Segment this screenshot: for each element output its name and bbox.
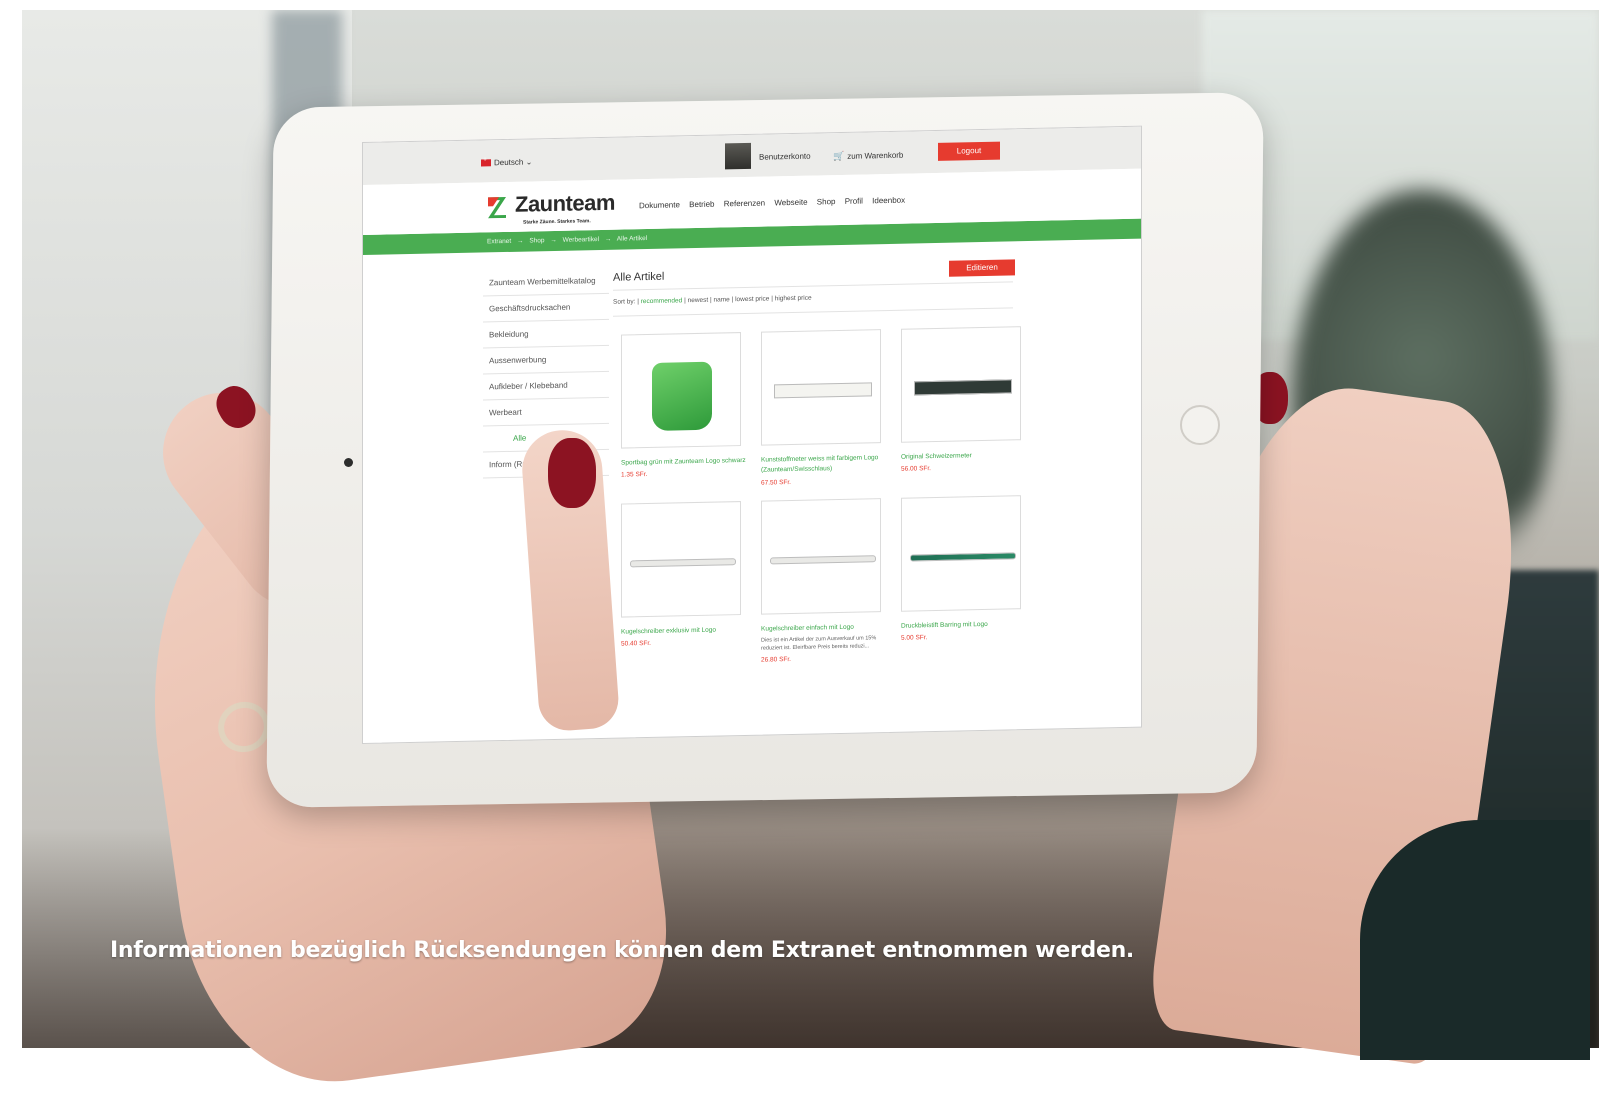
product-image[interactable] [901, 326, 1021, 443]
breadcrumb-arrow-icon: → [550, 236, 557, 245]
camera-icon [344, 458, 353, 467]
breadcrumb-arrow-icon: → [604, 235, 612, 243]
product-card[interactable]: Kunststoffmeter weiss mit farbigem Logo … [761, 329, 887, 486]
sleeve [1360, 820, 1590, 1060]
product-name[interactable]: Kugelschreiber einfach mit Logo [761, 622, 887, 635]
product-name[interactable]: Original Schweizermeter [901, 450, 1027, 463]
ruler-image [774, 382, 872, 399]
product-image[interactable] [621, 500, 741, 618]
product-price: 5.00 SFr. [901, 634, 928, 642]
product-price: 50.40 SFr. [621, 640, 651, 648]
breadcrumb-werbeartikel[interactable]: Werbeartikel [563, 236, 599, 244]
cart-icon: 🛒 [833, 150, 845, 162]
main-nav: Dokumente Betrieb Referenzen Webseite Sh… [639, 195, 912, 211]
product-price: 67.50 SFr. [761, 478, 791, 487]
avatar[interactable] [725, 142, 751, 170]
product-name[interactable]: Kugelschreiber exklusiv mit Logo [621, 625, 747, 638]
nav-item-shop[interactable]: Shop [817, 197, 836, 206]
product-image[interactable] [761, 497, 881, 615]
language-label: Deutsch ⌄ [494, 157, 533, 168]
nav-item-ideenbox[interactable]: Ideenbox [872, 196, 905, 206]
breadcrumb-arrow-icon: → [517, 237, 524, 245]
edit-button[interactable]: Editieren [949, 259, 1015, 277]
product-price: 56.00 SFr. [901, 465, 931, 474]
sidebar-item-bekleidung[interactable]: Bekleidung [483, 319, 609, 349]
breadcrumb-shop[interactable]: Shop [529, 237, 544, 244]
nav-item-dokumente[interactable]: Dokumente [639, 200, 680, 210]
product-price: 26.80 SFr. [761, 655, 791, 664]
sort-recommended[interactable]: recommended [641, 297, 683, 305]
brand-name[interactable]: Zaunteam [515, 190, 615, 218]
sort-highest-price[interactable]: highest price [775, 295, 812, 303]
cart-label: zum Warenkorb [847, 150, 904, 161]
sort-newest[interactable]: newest [688, 297, 709, 304]
product-card[interactable]: Kugelschreiber einfach mit Logo Dies ist… [761, 497, 887, 664]
product-grid: Sportbag grün mit Zaunteam Logo schwarz … [613, 308, 1021, 667]
nav-item-betrieb[interactable]: Betrieb [689, 200, 714, 210]
home-button[interactable] [1180, 405, 1220, 445]
sidebar-item-geschaeftsdrucksachen[interactable]: Geschäftsdrucksachen [483, 293, 609, 323]
pen-image [630, 557, 736, 568]
product-card[interactable]: Original Schweizermeter 56.00 SFr. [901, 326, 1027, 483]
product-name[interactable]: Kunststoffmeter weiss mit farbigem Logo … [761, 453, 887, 476]
product-card[interactable]: Druckbleistift Barring mit Logo 5.00 SFr… [901, 494, 1027, 661]
sort-lowest-price[interactable]: lowest price [735, 295, 769, 303]
pencil-image [910, 552, 1016, 562]
nav-item-profil[interactable]: Profil [845, 197, 863, 206]
sidebar-item-aufkleber[interactable]: Aufkleber / Klebeband [483, 371, 609, 401]
product-image[interactable] [901, 494, 1021, 612]
product-price: 1.35 SFr. [621, 471, 648, 479]
logout-button[interactable]: Logout [938, 141, 1000, 161]
product-image[interactable] [621, 332, 741, 449]
cart-link[interactable]: 🛒 zum Warenkorb [833, 150, 903, 162]
nav-item-referenzen[interactable]: Referenzen [724, 199, 765, 209]
brand-tagline: Starke Zäune. Starkes Team. [523, 218, 591, 226]
sort-name[interactable]: name [714, 296, 730, 303]
swiss-flag-icon [481, 159, 491, 167]
sidebar-item-werbeartikel[interactable]: Werbeart [483, 397, 609, 427]
sidebar-item-katalog[interactable]: Zaunteam Werbemittelkatalog [483, 267, 609, 297]
pen-image [770, 555, 876, 565]
nav-item-webseite[interactable]: Webseite [774, 198, 807, 208]
tablet-screen: Deutsch ⌄ Benutzerkonto 🛒zum Warenkorb L… [362, 125, 1142, 745]
product-image[interactable] [761, 329, 881, 446]
zaunteam-logo-icon [488, 196, 506, 219]
product-description: Dies ist ein Artikel der zum Ausverkauf … [761, 635, 877, 653]
language-selector[interactable]: Deutsch ⌄ [481, 157, 532, 167]
account-link[interactable]: Benutzerkonto [759, 152, 811, 162]
sportbag-image [652, 361, 712, 431]
product-card[interactable]: Sportbag grün mit Zaunteam Logo schwarz … [621, 332, 747, 489]
product-name[interactable]: Druckbleistift Barring mit Logo [901, 619, 1027, 632]
folding-rule-image [914, 379, 1012, 396]
product-content: Alle Artikel Editieren Sort by: | recomm… [613, 259, 1021, 667]
pointing-nail [548, 438, 596, 508]
product-card[interactable]: Kugelschreiber exklusiv mit Logo 50.40 S… [621, 500, 747, 667]
sort-prefix: Sort by: [613, 298, 636, 306]
product-name[interactable]: Sportbag grün mit Zaunteam Logo schwarz [621, 456, 747, 469]
sidebar-item-aussenwerbung[interactable]: Aussenwerbung [483, 345, 609, 375]
breadcrumb-extranet[interactable]: Extranet [487, 238, 511, 246]
breadcrumb-current: Alle Artikel [616, 235, 648, 243]
photo-caption: Informationen bezüglich Rücksendungen kö… [110, 938, 1134, 963]
